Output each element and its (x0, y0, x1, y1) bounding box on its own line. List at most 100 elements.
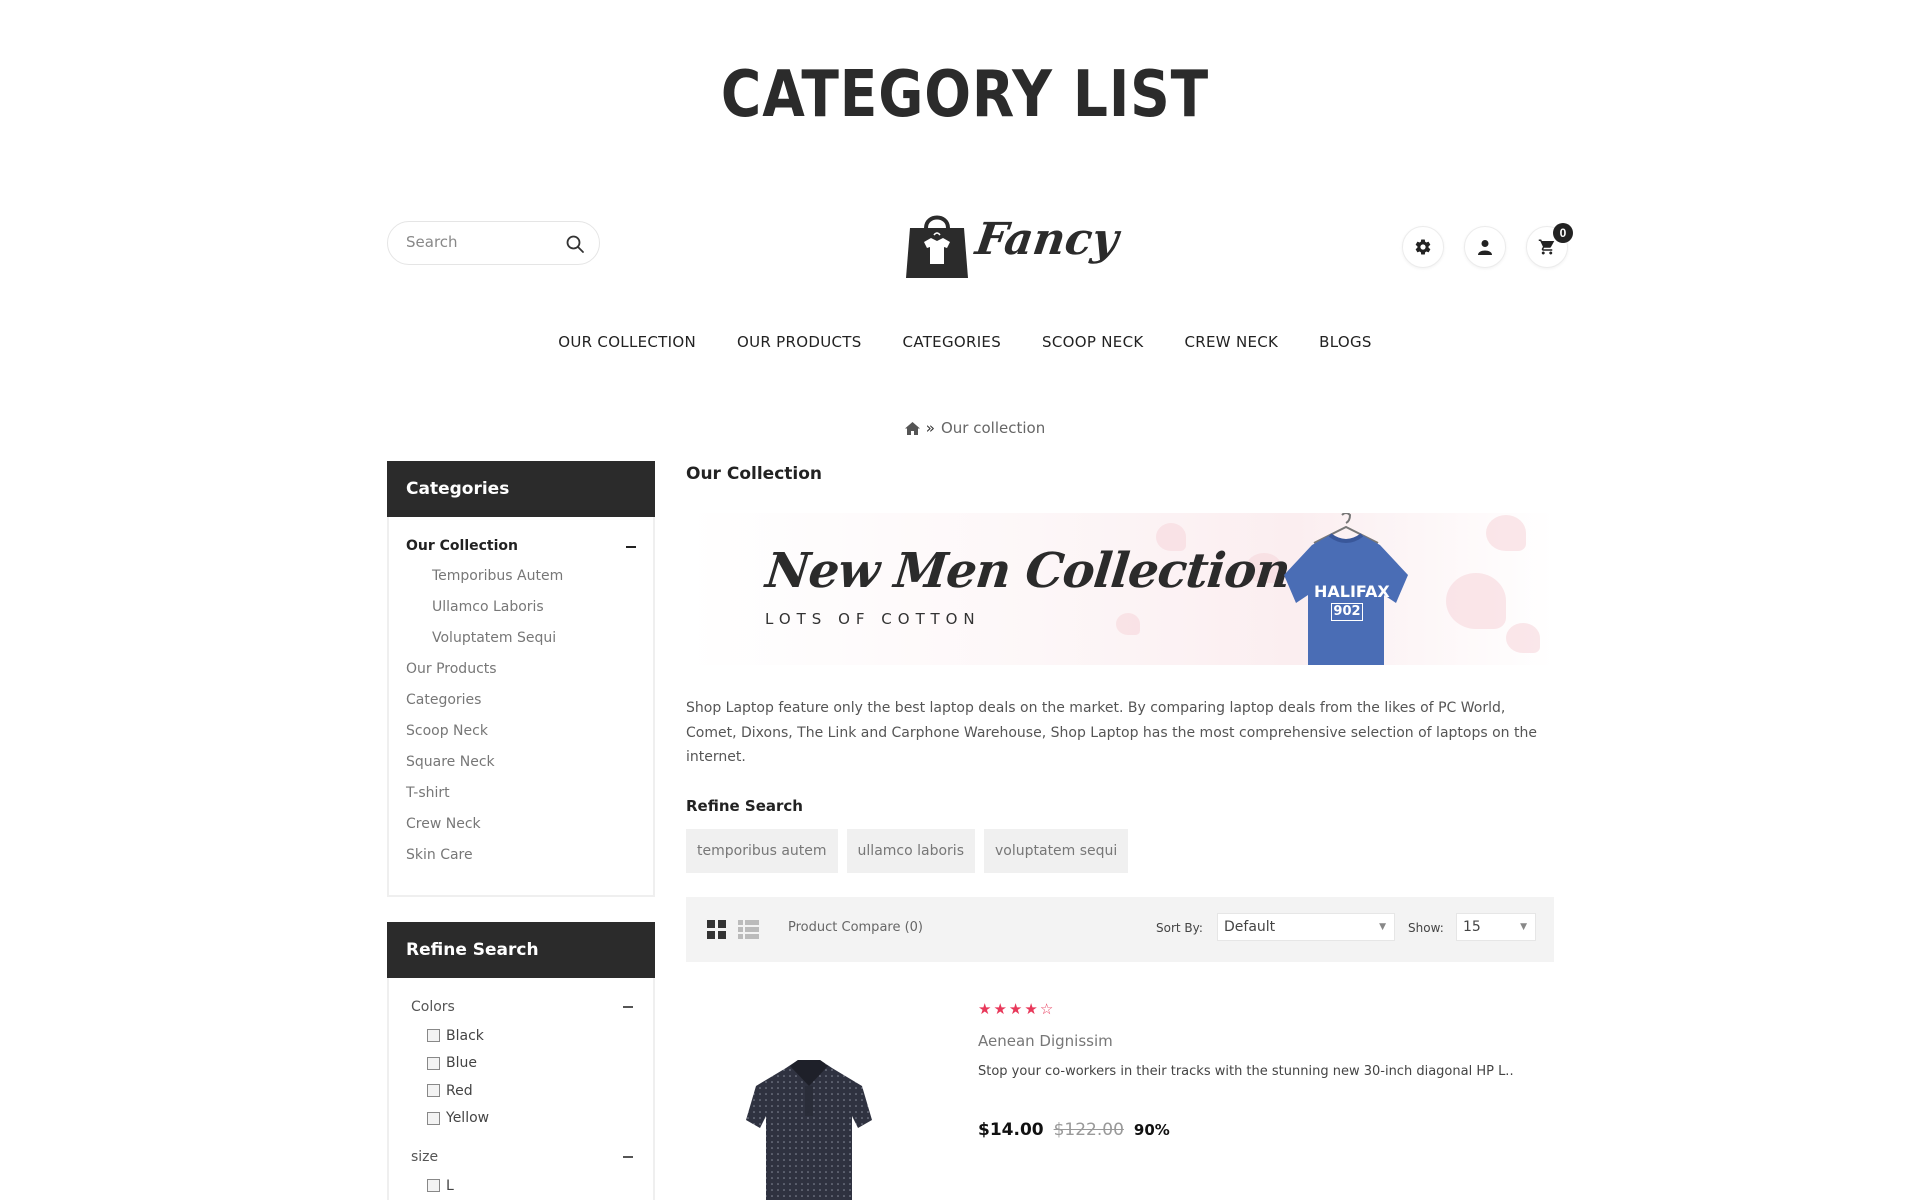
refine-tag[interactable]: temporibus autem (686, 829, 838, 873)
cart-icon (1538, 239, 1555, 255)
product-compare-link[interactable]: Product Compare (0) (788, 920, 923, 935)
category-item[interactable]: Skin Care (406, 840, 653, 871)
collapse-icon[interactable] (623, 1006, 633, 1008)
colors-filter-title[interactable]: Colors (411, 992, 633, 1022)
main-nav: OUR COLLECTION OUR PRODUCTS CATEGORIES S… (0, 333, 1930, 351)
option-label: Black (446, 1027, 484, 1044)
category-item[interactable]: Crew Neck (406, 809, 653, 840)
search-input[interactable] (406, 233, 556, 251)
option-label: Blue (446, 1055, 477, 1072)
option-label: Red (446, 1082, 473, 1099)
category-label: Our Collection (406, 538, 519, 554)
account-button[interactable] (1464, 226, 1506, 268)
star-filled-icon: ★ (1008, 1001, 1023, 1018)
star-filled-icon: ★ (993, 1001, 1007, 1018)
color-option-red[interactable]: Red (411, 1077, 633, 1105)
filter-label: Colors (411, 999, 455, 1015)
search-icon[interactable] (565, 234, 585, 254)
settings-button[interactable] (1402, 226, 1444, 268)
banner-subtitle: LOTS OF COTTON (765, 610, 981, 628)
category-item[interactable]: Square Neck (406, 747, 653, 778)
logo-text: Fancy (972, 214, 1122, 265)
logo[interactable]: Fancy (898, 208, 1121, 280)
size-filter: size L (389, 1142, 653, 1200)
dropdown-arrow-icon: ▼ (1379, 922, 1386, 932)
nav-blogs[interactable]: BLOGS (1319, 333, 1372, 351)
option-label: Yellow (446, 1110, 490, 1127)
show-value: 15 (1463, 919, 1481, 935)
sort-value: Default (1224, 919, 1276, 935)
show-select[interactable]: 15 ▼ (1456, 913, 1536, 941)
filter-label: size (411, 1149, 439, 1165)
price-old: $122.00 (1053, 1120, 1124, 1140)
nav-our-collection[interactable]: OUR COLLECTION (558, 333, 696, 351)
gear-icon (1415, 239, 1431, 255)
collection-banner[interactable]: New Men Collection LOTS OF COTTON HALIFA… (686, 513, 1554, 665)
polo-shirt-image (746, 1060, 872, 1200)
size-filter-title[interactable]: size (411, 1142, 633, 1172)
size-option-l[interactable]: L (411, 1172, 633, 1200)
home-icon[interactable] (904, 421, 920, 435)
cart-count-badge: 0 (1553, 223, 1573, 243)
breadcrumb-current[interactable]: Our collection (941, 419, 1045, 437)
maple-leaf-decoration (1486, 515, 1526, 551)
checkbox[interactable] (427, 1084, 440, 1098)
categories-panel: Categories Our Collection Temporibus Aut… (387, 461, 655, 897)
section-title: Our Collection (686, 464, 823, 484)
show-label: Show: (1408, 921, 1444, 935)
maple-leaf-decoration (1116, 613, 1140, 635)
refine-tag[interactable]: ullamco laboris (846, 829, 975, 873)
list-view-icon[interactable] (738, 920, 759, 939)
category-list: Our Collection Temporibus Autem Ullamco … (389, 517, 653, 883)
color-option-black[interactable]: Black (411, 1022, 633, 1050)
nav-our-products[interactable]: OUR PRODUCTS (737, 333, 862, 351)
checkbox[interactable] (427, 1111, 440, 1125)
checkbox[interactable] (427, 1179, 440, 1193)
category-item[interactable]: Categories (406, 685, 653, 716)
nav-crew-neck[interactable]: CREW NECK (1184, 333, 1278, 351)
shopping-bag-icon (906, 215, 968, 278)
category-item[interactable]: T-shirt (406, 778, 653, 809)
sort-label: Sort By: (1156, 921, 1203, 935)
option-label: L (446, 1177, 454, 1194)
price-new: $14.00 (978, 1120, 1044, 1140)
refine-panel: Refine Search Colors Black Blue Red Yell… (387, 922, 655, 1200)
grid-view-icon[interactable] (707, 920, 726, 939)
star-filled-icon: ★ (1024, 1001, 1038, 1018)
breadcrumb-separator: » (925, 419, 935, 437)
sort-select[interactable]: Default ▼ (1217, 913, 1395, 941)
dropdown-arrow-icon: ▼ (1520, 922, 1527, 932)
cart-button[interactable]: 0 (1526, 223, 1573, 268)
color-option-blue[interactable]: Blue (411, 1050, 633, 1078)
color-option-yellow[interactable]: Yellow (411, 1105, 633, 1133)
refine-tag[interactable]: voluptatem sequi (984, 829, 1129, 873)
star-empty-icon: ☆ (1039, 1001, 1054, 1018)
product-image[interactable] (686, 990, 932, 1200)
shirt-print-number: 902 (1331, 603, 1363, 621)
checkbox[interactable] (427, 1056, 440, 1070)
category-item[interactable]: Scoop Neck (406, 716, 653, 747)
subcategory-item[interactable]: Voluptatem Sequi (406, 623, 653, 654)
page-title: CATEGORY LIST (720, 58, 1210, 132)
nav-categories[interactable]: CATEGORIES (903, 333, 1002, 351)
breadcrumb: » Our collection (10, 419, 1930, 437)
product-rating: ★ ★ ★ ★ ☆ (978, 1000, 1053, 1018)
subcategory-item[interactable]: Temporibus Autem (406, 561, 653, 592)
categories-heading: Categories (387, 461, 655, 517)
collapse-icon[interactable] (623, 1156, 633, 1158)
collapse-icon[interactable] (626, 546, 636, 548)
product-name[interactable]: Aenean Dignissim (978, 1032, 1113, 1050)
user-icon (1478, 240, 1492, 255)
maple-leaf-decoration (1446, 573, 1506, 629)
category-our-collection[interactable]: Our Collection (406, 531, 653, 561)
category-item[interactable]: Our Products (406, 654, 653, 685)
product-toolbar: Product Compare (0) Sort By: Default ▼ S… (686, 897, 1554, 962)
subcategory-item[interactable]: Ullamco Laboris (406, 592, 653, 623)
nav-scoop-neck[interactable]: SCOOP NECK (1042, 333, 1143, 351)
refine-search-label: Refine Search (686, 797, 803, 815)
checkbox[interactable] (427, 1029, 440, 1043)
maple-leaf-decoration (1506, 623, 1540, 653)
banner-title: New Men Collection (763, 543, 1293, 599)
category-description: Shop Laptop feature only the best laptop… (686, 700, 1537, 765)
search-box (387, 221, 600, 265)
